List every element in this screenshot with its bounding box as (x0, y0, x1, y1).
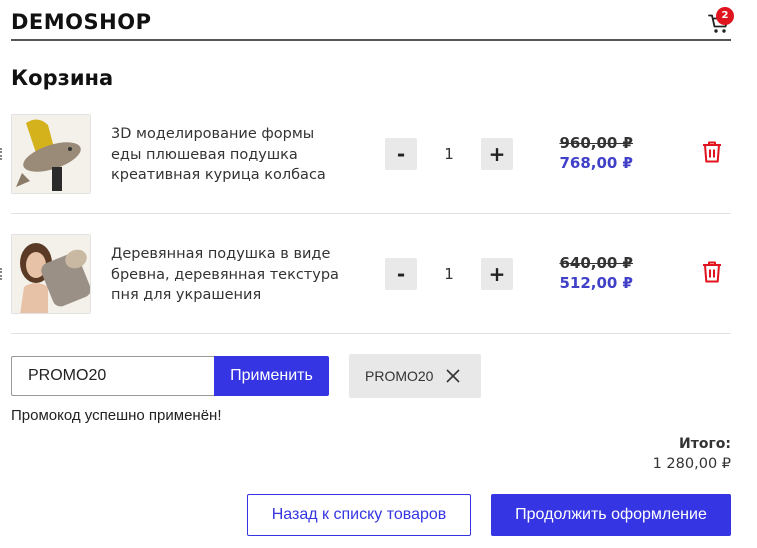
cart-item: 3D моделирование формы еды плюшевая поду… (11, 94, 731, 214)
old-price: 640,00 ₽ (559, 254, 633, 272)
discounted-price: 768,00 ₽ (559, 154, 633, 172)
cart-count-badge: 2 (716, 7, 734, 25)
page-title: Корзина (11, 66, 114, 90)
product-image[interactable] (11, 234, 91, 314)
product-name[interactable]: Деревянная подушка в виде бревна, деревя… (111, 244, 341, 306)
product-image[interactable] (11, 114, 91, 194)
quantity-value: 1 (444, 145, 454, 163)
promo-code-input[interactable] (11, 356, 214, 396)
discounted-price: 512,00 ₽ (559, 274, 633, 292)
quantity-increase-button[interactable]: + (481, 138, 513, 170)
scroll-edge-marker (0, 148, 3, 160)
quantity-decrease-button[interactable]: - (385, 138, 417, 170)
scroll-edge-marker (0, 268, 3, 280)
quantity-value: 1 (444, 265, 454, 283)
trash-icon (703, 141, 721, 163)
old-price: 960,00 ₽ (559, 134, 633, 152)
cart-button[interactable]: 2 (708, 7, 734, 36)
close-icon (446, 369, 460, 383)
continue-checkout-button[interactable]: Продолжить оформление (491, 494, 731, 536)
delete-item-button[interactable] (701, 140, 725, 166)
applied-promo-code: PROMO20 (365, 368, 434, 384)
quantity-decrease-button[interactable]: - (385, 258, 417, 290)
remove-promo-button[interactable] (445, 368, 461, 384)
cart-page: DEMOSHOP 2 Корзина 3D моделирование форм… (0, 0, 757, 548)
applied-promo-chip: PROMO20 (349, 354, 481, 398)
apply-promo-button[interactable]: Применить (214, 356, 329, 396)
cart-item: Деревянная подушка в виде бревна, деревя… (11, 214, 731, 334)
total-label: Итого: (679, 436, 731, 452)
product-name[interactable]: 3D моделирование формы еды плюшевая поду… (111, 124, 341, 186)
total-value: 1 280,00 ₽ (652, 456, 731, 472)
quantity-increase-button[interactable]: + (481, 258, 513, 290)
delete-item-button[interactable] (701, 260, 725, 286)
back-to-products-button[interactable]: Назад к списку товаров (247, 494, 471, 536)
site-header: DEMOSHOP 2 (11, 0, 734, 41)
trash-icon (703, 261, 721, 283)
logo[interactable]: DEMOSHOP (11, 10, 151, 34)
promo-success-message: Промокод успешно применён! (11, 407, 222, 424)
